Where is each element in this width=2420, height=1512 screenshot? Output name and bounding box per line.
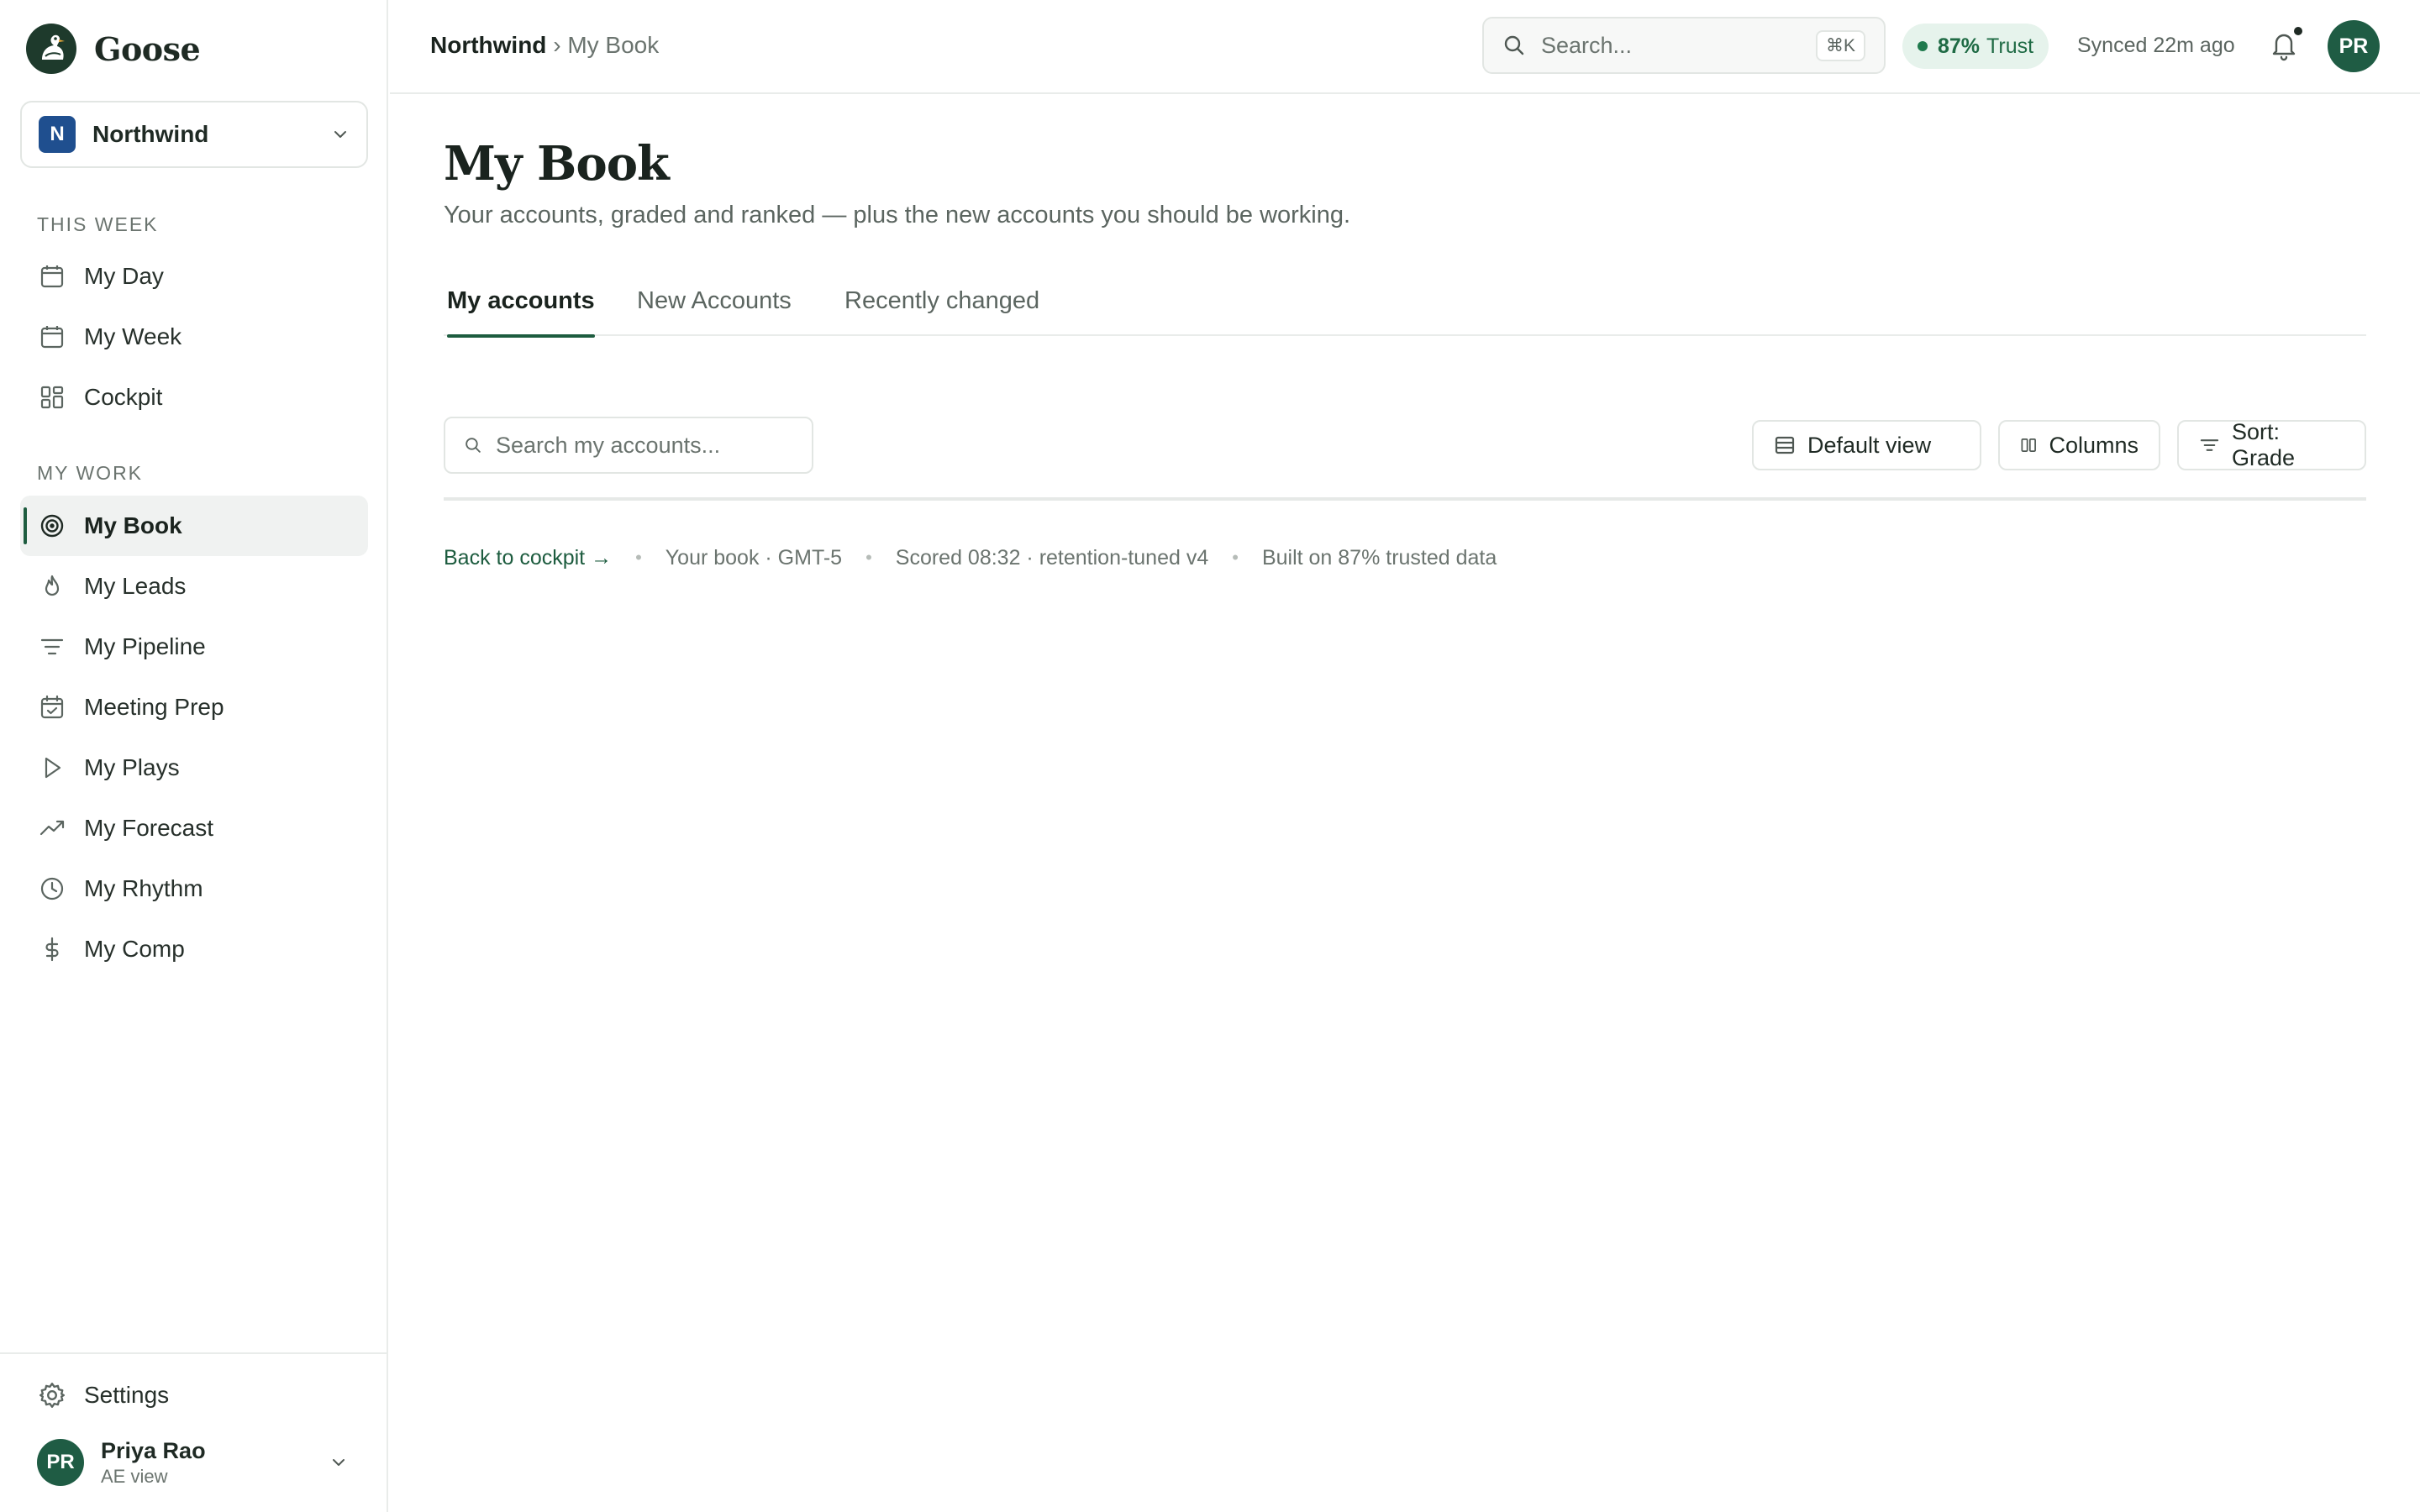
- sidebar-item-my-plays[interactable]: My Plays: [20, 738, 368, 798]
- sidebar-item-cockpit[interactable]: Cockpit: [20, 367, 368, 428]
- sidebar-item-my-day[interactable]: My Day: [20, 246, 368, 307]
- trend-icon: [37, 813, 67, 843]
- account-search[interactable]: [444, 417, 813, 474]
- chevron-down-icon: [333, 1459, 345, 1466]
- sidebar-item-label: My Comp: [84, 936, 185, 962]
- section-label-my-work: MY WORK: [37, 462, 144, 484]
- columns-icon: [2021, 438, 2036, 452]
- user-name: Priya Rao: [101, 1437, 206, 1463]
- avatar: PR: [37, 1439, 84, 1486]
- default-view-label: Default view: [1807, 432, 1932, 458]
- tab-my-accounts[interactable]: My accounts: [447, 269, 595, 338]
- filter-icon: [37, 632, 67, 662]
- sidebar-item-my-pipeline[interactable]: My Pipeline: [20, 617, 368, 677]
- page-subtitle: Your accounts, graded and ranked — plus …: [444, 202, 1351, 228]
- section-label-this-week: THIS WEEK: [37, 213, 159, 235]
- sort-label: Sort: Grade: [2231, 419, 2296, 470]
- calendar-icon: [37, 322, 67, 352]
- sidebar-item-label: My Pipeline: [84, 633, 206, 659]
- app-root: Goose N Northwind THIS WEEK My Day My We…: [0, 0, 2420, 1512]
- trust-dot: [1918, 41, 1928, 51]
- brand[interactable]: Goose: [25, 22, 201, 76]
- sidebar-item-label: My Week: [84, 323, 182, 349]
- flame-icon: [37, 571, 67, 601]
- sidebar-item-label: Meeting Prep: [84, 694, 224, 720]
- columns-button[interactable]: Columns: [1998, 420, 2160, 470]
- sidebar-item-settings[interactable]: Settings: [20, 1366, 368, 1425]
- tab-bar: My accounts New Accounts Recently change…: [444, 269, 2366, 338]
- target-icon: [37, 511, 67, 541]
- user-menu[interactable]: PR Priya Rao AE view: [37, 1435, 365, 1490]
- grid-icon: [37, 382, 67, 412]
- search-placeholder: Search...: [1541, 32, 1633, 58]
- data-trust-info: Built on 87% trusted data: [1261, 545, 1497, 570]
- search-icon: [1504, 35, 1524, 55]
- clock-icon: [37, 874, 67, 904]
- goose-logo-icon: [26, 24, 76, 74]
- book-timezone: Your book · GMT-5: [665, 545, 843, 570]
- sidebar-item-my-book[interactable]: My Book: [20, 496, 368, 556]
- trust-label: Trust: [1986, 34, 2034, 58]
- user-role: AE view: [101, 1465, 168, 1487]
- calendar-icon: [37, 261, 67, 291]
- trust-badge[interactable]: 87% Trust: [1902, 24, 2049, 69]
- sidebar-item-label: My Leads: [84, 573, 187, 599]
- notification-dot: [2294, 27, 2302, 35]
- sidebar-item-my-leads[interactable]: My Leads: [20, 556, 368, 617]
- sidebar-item-my-week[interactable]: My Week: [20, 307, 368, 367]
- avatar[interactable]: PR: [2328, 20, 2380, 72]
- tab-recently-changed[interactable]: Recently changed: [844, 269, 1039, 336]
- workspace-switcher[interactable]: N Northwind: [20, 101, 368, 168]
- book-meta: Back to cockpit → • Your book · GMT-5 • …: [444, 541, 1497, 575]
- search-icon: [466, 438, 481, 453]
- topbar: Northwind › My Book Search... ⌘K 87% Tru…: [390, 0, 2420, 94]
- play-icon: [37, 753, 67, 783]
- brand-name: Goose: [94, 29, 201, 68]
- calendar-check-icon: [37, 692, 67, 722]
- global-search[interactable]: Search... ⌘K: [1482, 17, 1886, 74]
- gear-icon: [37, 1380, 67, 1410]
- sidebar-item-label: My Forecast: [84, 815, 214, 841]
- breadcrumb-root[interactable]: Northwind: [430, 32, 546, 58]
- meta-separator: •: [865, 547, 872, 568]
- back-to-cockpit-link[interactable]: Back to cockpit →: [444, 546, 612, 570]
- sidebar-item-label: My Plays: [84, 754, 180, 780]
- account-search-input[interactable]: [496, 432, 793, 459]
- sidebar-item-my-comp[interactable]: My Comp: [20, 919, 368, 979]
- breadcrumb: Northwind › My Book: [430, 32, 659, 59]
- meta-separator: •: [635, 547, 642, 568]
- breadcrumb-current: My Book: [567, 32, 660, 58]
- search-shortcut: ⌘K: [1815, 29, 1865, 61]
- toolbar-divider: [444, 497, 2366, 501]
- chevron-down-icon: [334, 131, 346, 138]
- sidebar-item-my-forecast[interactable]: My Forecast: [20, 798, 368, 858]
- sort-icon: [2200, 439, 2219, 451]
- score-info: Scored 08:32 · retention-tuned v4: [895, 545, 1209, 570]
- dollar-icon: [37, 934, 67, 964]
- sort-button[interactable]: Sort: Grade: [2177, 419, 2366, 470]
- sync-status: Synced 22m ago: [2077, 34, 2235, 57]
- sidebar-item-my-rhythm[interactable]: My Rhythm: [20, 858, 368, 919]
- sidebar-footer-divider: [0, 1352, 387, 1354]
- workspace-badge: N: [39, 116, 76, 153]
- page-title: My Book: [444, 136, 670, 192]
- sidebar-item-label: My Day: [84, 263, 164, 289]
- sidebar-item-label: My Rhythm: [84, 875, 203, 901]
- breadcrumb-separator: ›: [553, 32, 561, 58]
- list-view-icon: [1775, 436, 1795, 454]
- workspace-name: Northwind: [92, 121, 209, 147]
- sidebar-item-label: Cockpit: [84, 384, 163, 410]
- columns-label: Columns: [2049, 432, 2139, 458]
- sidebar-item-meeting-prep[interactable]: Meeting Prep: [20, 677, 368, 738]
- sidebar: Goose N Northwind THIS WEEK My Day My We…: [0, 0, 388, 1512]
- sidebar-item-label: My Book: [84, 512, 182, 538]
- meta-separator: •: [1232, 547, 1239, 568]
- tab-new-accounts[interactable]: New Accounts: [637, 269, 792, 336]
- user-info: Priya Rao AE view: [101, 1438, 329, 1488]
- trust-value: 87%: [1938, 34, 1981, 58]
- settings-label: Settings: [84, 1382, 170, 1408]
- default-view-button[interactable]: Default view: [1752, 420, 1981, 470]
